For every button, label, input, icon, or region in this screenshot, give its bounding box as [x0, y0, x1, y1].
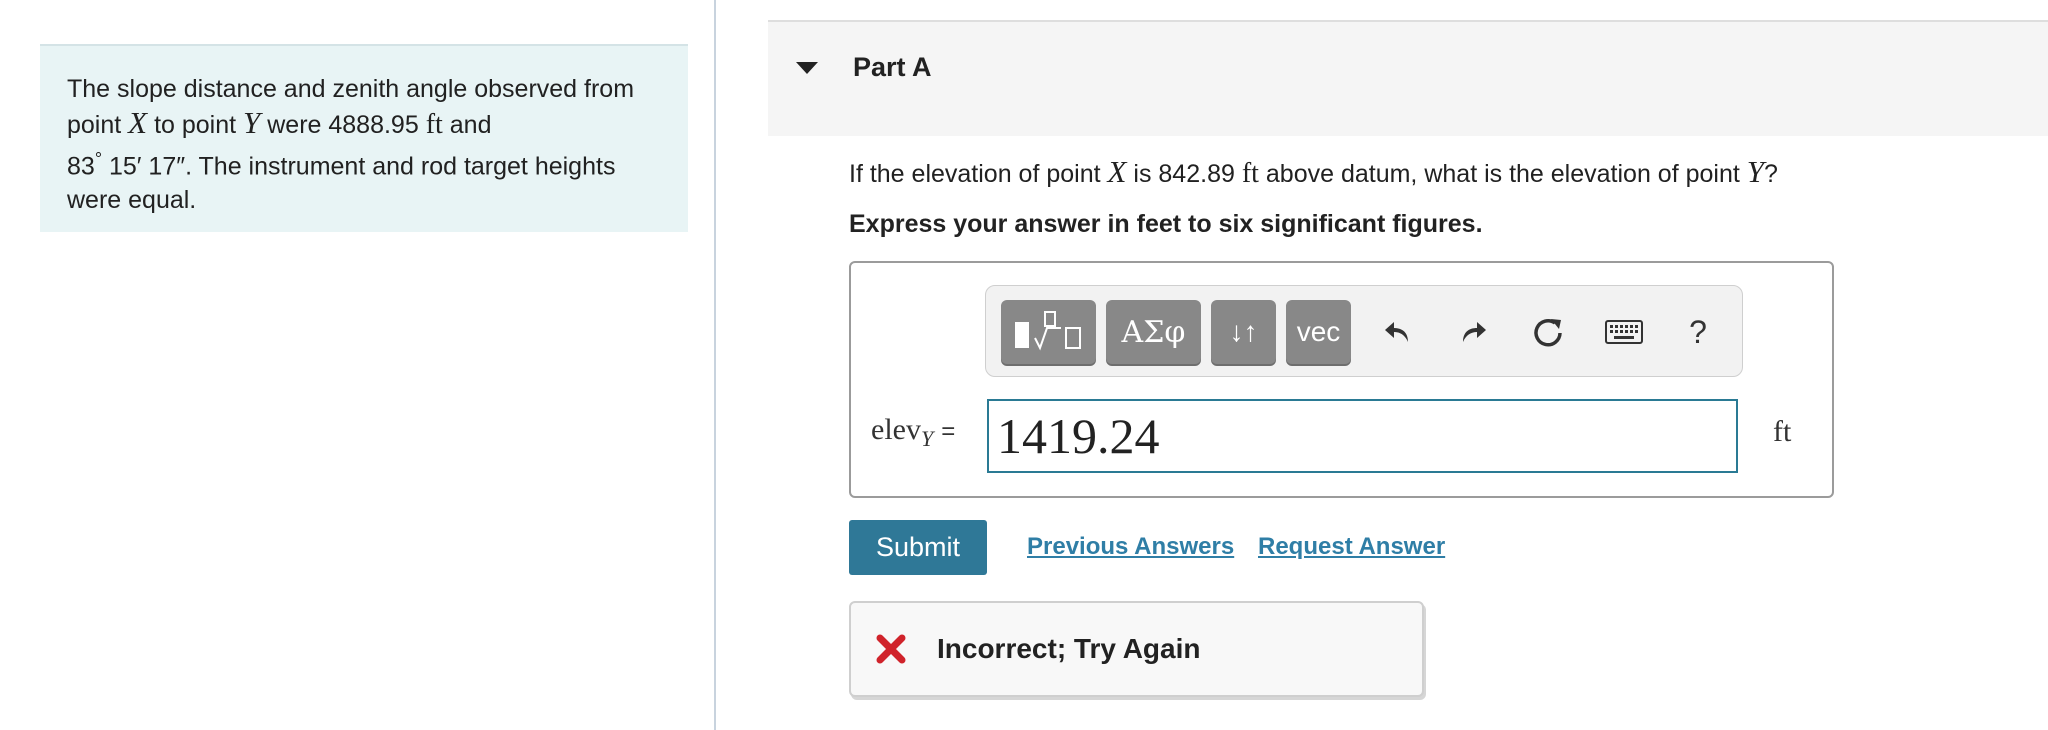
keyboard-icon[interactable]	[1602, 310, 1646, 354]
previous-answers-link[interactable]: Previous Answers	[1027, 533, 1234, 561]
answer-instruction: Express your answer in feet to six signi…	[849, 210, 1483, 238]
question-text: If the elevation of point X is 842.89 ft…	[849, 154, 1778, 189]
reset-icon[interactable]	[1526, 310, 1570, 354]
answer-input[interactable]: 1419.24	[987, 399, 1738, 473]
answer-label: elevY =	[871, 413, 956, 451]
answer-area: ΑΣφ ↓↑ vec ? elevY = 1419.24 ft	[849, 261, 1834, 498]
redo-icon[interactable]	[1451, 310, 1495, 354]
part-title: Part A	[853, 52, 932, 82]
collapse-caret-icon[interactable]	[796, 62, 818, 74]
problem-statement: The slope distance and zenith angle obse…	[40, 44, 688, 232]
help-icon[interactable]: ?	[1676, 310, 1720, 354]
problem-pane: The slope distance and zenith angle obse…	[0, 0, 716, 730]
vector-button[interactable]: vec	[1286, 300, 1351, 364]
part-a-header[interactable]: Part A	[768, 20, 2048, 136]
request-answer-link[interactable]: Request Answer	[1258, 533, 1445, 561]
arrows-button[interactable]: ↓↑	[1211, 300, 1276, 364]
feedback-message: Incorrect; Try Again	[937, 633, 1201, 664]
templates-icon	[1014, 311, 1081, 351]
problem-line-1: The slope distance and zenith angle obse…	[67, 75, 635, 103]
greek-symbols-button[interactable]: ΑΣφ	[1106, 300, 1201, 364]
incorrect-x-icon	[876, 634, 906, 664]
submit-button[interactable]: Submit	[849, 520, 987, 575]
undo-icon[interactable]	[1376, 310, 1420, 354]
problem-line-3: 83° 15′ 17″. The instrument and rod targ…	[67, 149, 616, 181]
math-toolbar: ΑΣφ ↓↑ vec ?	[985, 285, 1743, 377]
problem-line-2: point X to point Y were 4888.95 ft and	[67, 105, 492, 141]
answer-unit: ft	[1773, 415, 1792, 448]
feedback-box: Incorrect; Try Again	[849, 601, 1424, 697]
problem-line-4: were equal.	[67, 186, 197, 215]
templates-button[interactable]	[1001, 300, 1096, 364]
